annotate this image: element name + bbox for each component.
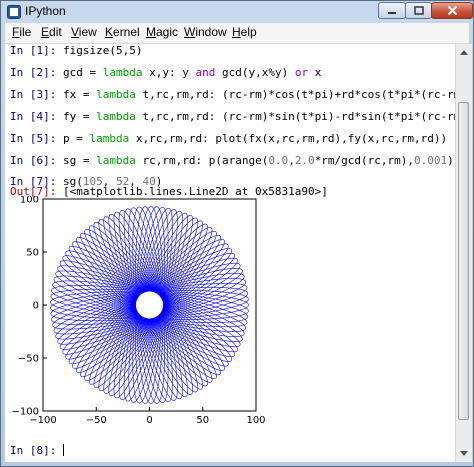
- menu-view-rest: iew: [78, 25, 97, 39]
- menu-magic-rest: agic: [156, 25, 179, 39]
- x-tick-label: 50: [196, 415, 209, 426]
- scrollbar-thumb[interactable]: [458, 102, 469, 420]
- code-token: and: [195, 66, 216, 79]
- menu-window[interactable]: Window: [183, 25, 228, 39]
- text-cursor: [62, 444, 64, 456]
- code-token: lambda: [96, 154, 136, 167]
- code-token: t,rc,rm,rd: (rc-rm)*sin(t*pi)-rd*sin(t*p…: [142, 110, 455, 123]
- input-prompt: In [4]:: [10, 110, 63, 123]
- ipython-window: IPython File Edit View Kernel Magic Wind…: [0, 0, 474, 467]
- ipython-app-icon: [7, 5, 21, 19]
- minimize-icon: [388, 11, 396, 14]
- vertical-scrollbar[interactable]: [455, 44, 472, 462]
- minimize-button[interactable]: [378, 2, 406, 19]
- menu-edit[interactable]: Edit: [40, 25, 63, 39]
- y-tick-label: −50: [18, 354, 39, 365]
- scroll-up-arrow-icon: [460, 50, 468, 55]
- code-token: t,rc,rm,rd: (rc-rm)*cos(t*pi)+rd*cos(t*p…: [142, 88, 455, 101]
- input-prompt: In [5]:: [10, 132, 63, 145]
- scroll-down-arrow-icon: [460, 451, 468, 456]
- menu-magic[interactable]: Magic: [145, 25, 179, 39]
- input-cell[interactable]: In [2]: gcd = lambda x,y: y and gcd(y,x%…: [10, 66, 321, 80]
- y-tick-label: 50: [26, 248, 39, 259]
- close-icon: [447, 5, 457, 16]
- current-input-line[interactable]: In [8]:: [10, 444, 64, 458]
- spirograph-plot: −100 −50 0 50 100 100 50 0 −50 −100: [12, 196, 266, 426]
- menu-window-rest: indow: [195, 25, 227, 39]
- menu-file[interactable]: File: [11, 25, 32, 39]
- code-token: fy =: [62, 110, 97, 123]
- code-token: 0.001: [414, 154, 448, 167]
- menu-view[interactable]: View: [70, 25, 98, 39]
- menu-bar: File Edit View Kernel Magic Window Help: [5, 23, 469, 44]
- code-token: ,: [288, 154, 295, 167]
- y-axis-ticks: 100 50 0 −50 −100: [12, 196, 47, 418]
- code-token: lambda: [89, 132, 130, 145]
- maximize-button[interactable]: [405, 2, 432, 19]
- code-token: lambda: [102, 66, 143, 79]
- code-token: gcd =: [62, 66, 103, 79]
- code-token: sg =: [62, 154, 97, 167]
- y-tick-label: 100: [20, 196, 39, 206]
- menu-kernel-rest: ernel: [113, 25, 140, 39]
- next-prompt: In [8]:: [10, 444, 57, 457]
- input-cell[interactable]: In [4]: fy = lambda t,rc,rm,rd: (rc-rm)*…: [10, 110, 455, 124]
- code-token: lambda: [96, 110, 136, 123]
- y-tick-label: 0: [33, 301, 39, 312]
- menu-help[interactable]: Help: [231, 25, 258, 39]
- window-title: IPython: [25, 4, 66, 18]
- code-token: *rm/gcd(rc,rm),: [314, 154, 415, 167]
- input-cell[interactable]: In [3]: fx = lambda t,rc,rm,rd: (rc-rm)*…: [10, 88, 455, 102]
- input-cell[interactable]: In [6]: sg = lambda rc,rm,rd: p(arange(0…: [10, 154, 455, 168]
- code-token: 0.0: [268, 154, 289, 167]
- menu-kernel[interactable]: Kernel: [104, 25, 141, 39]
- menu-file-rest: ile: [19, 25, 32, 39]
- console-area[interactable]: In [1]: figsize(5,5) In [2]: gcd = lambda…: [5, 44, 455, 462]
- input-cell[interactable]: In [1]: figsize(5,5): [10, 44, 142, 58]
- code-token: rc,rm,rd: p(arange(: [135, 154, 269, 167]
- code-token: p =: [62, 132, 90, 145]
- code-token: x,y: y: [142, 66, 196, 79]
- input-prompt: In [1]:: [10, 44, 63, 57]
- y-tick-label: −100: [12, 407, 39, 418]
- x-tick-label: 0: [146, 415, 152, 426]
- x-tick-label: −50: [86, 415, 107, 426]
- code-token: lambda: [96, 88, 136, 101]
- menu-edit-rest: dit: [49, 25, 62, 39]
- code-token: 2.0: [294, 154, 315, 167]
- code-token: gcd(y,x%y): [215, 66, 295, 79]
- code-token: figsize(5,5): [62, 44, 143, 57]
- input-prompt: In [6]:: [10, 154, 63, 167]
- maximize-icon: [413, 5, 424, 15]
- menu-help-rest: elp: [240, 25, 257, 39]
- input-cell[interactable]: In [5]: p = lambda x,rc,rm,rd: plot(fx(x…: [10, 132, 447, 146]
- code-token: ),rc,rm,rd): [447, 154, 455, 167]
- close-button[interactable]: [431, 2, 473, 19]
- scroll-up-button[interactable]: [456, 44, 472, 60]
- scroll-down-button[interactable]: [456, 446, 472, 462]
- code-token: x: [308, 66, 322, 79]
- title-bar[interactable]: IPython: [1, 1, 473, 23]
- input-prompt: In [2]:: [10, 66, 63, 79]
- x-tick-label: 100: [246, 415, 265, 426]
- input-prompt: In [3]:: [10, 88, 63, 101]
- code-token: fx =: [62, 88, 97, 101]
- code-token: x,rc,rm,rd: plot(fx(x,rc,rm,rd),fy(x,rc,…: [129, 132, 448, 145]
- code-token: or: [294, 66, 309, 79]
